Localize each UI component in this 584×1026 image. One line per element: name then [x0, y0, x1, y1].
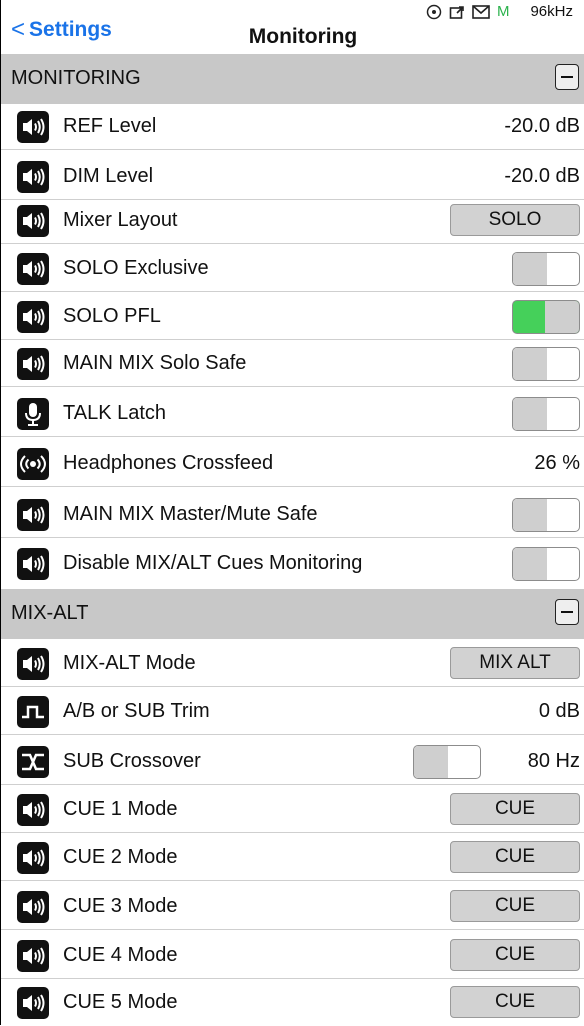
row-headphones-crossfeed[interactable]: Headphones Crossfeed 26 % [1, 441, 584, 487]
row-talk-latch: TALK Latch [1, 391, 584, 437]
speaker-icon [17, 499, 49, 531]
speaker-icon [17, 205, 49, 237]
speaker-icon [17, 111, 49, 143]
cue-4-mode-button[interactable]: CUE [450, 939, 580, 971]
cue-2-mode-button[interactable]: CUE [450, 841, 580, 873]
microphone-icon [17, 398, 49, 430]
row-label: SOLO PFL [63, 305, 161, 327]
section-monitoring: MONITORING [1, 54, 584, 104]
row-label: CUE 5 Mode [63, 991, 178, 1013]
speaker-icon [17, 301, 49, 333]
row-label: SOLO Exclusive [63, 257, 209, 279]
speaker-icon [17, 794, 49, 826]
row-label: REF Level [63, 115, 157, 137]
speaker-icon [17, 348, 49, 380]
row-value: 0 dB [538, 700, 580, 722]
row-main-mix-solo-safe: MAIN MIX Solo Safe [1, 341, 584, 387]
cue-1-mode-button[interactable]: CUE [450, 793, 580, 825]
collapse-button[interactable] [555, 599, 579, 625]
square-wave-icon [17, 696, 49, 728]
row-label: CUE 3 Mode [63, 895, 178, 917]
row-mixer-layout: Mixer Layout SOLO [1, 198, 584, 244]
row-ab-sub-trim[interactable]: A/B or SUB Trim 0 dB [1, 689, 584, 735]
row-sub-crossover[interactable]: SUB Crossover 80 Hz [1, 739, 584, 785]
page-title: Monitoring [248, 25, 358, 48]
speaker-icon [17, 253, 49, 285]
row-label: CUE 2 Mode [63, 846, 178, 868]
row-cue-4-mode: CUE 4 Mode CUE [1, 933, 584, 979]
row-label: Disable MIX/ALT Cues Monitoring [63, 552, 363, 574]
speaker-icon [17, 842, 49, 874]
row-label: TALK Latch [63, 402, 167, 424]
export-icon [449, 5, 464, 19]
headphones-broadcast-icon [17, 448, 49, 480]
row-value: -20.0 dB [504, 115, 580, 137]
disable-mix-alt-cues-toggle[interactable] [512, 547, 580, 581]
row-value: -20.0 dB [504, 165, 580, 187]
row-label: DIM Level [63, 165, 154, 187]
speaker-icon [17, 548, 49, 580]
row-label: SUB Crossover [63, 750, 201, 772]
speaker-icon [17, 161, 49, 193]
top-bar: < Settings Monitoring M 96kHz [1, 0, 584, 56]
row-cue-3-mode: CUE 3 Mode CUE [1, 884, 584, 930]
main-mix-solo-safe-toggle[interactable] [512, 347, 580, 381]
row-dim-level[interactable]: DIM Level -20.0 dB [1, 154, 584, 200]
row-label: MIX-ALT Mode [63, 652, 196, 674]
section-label: MONITORING [11, 67, 141, 89]
speaker-icon [17, 648, 49, 680]
row-solo-exclusive: SOLO Exclusive [1, 246, 584, 292]
mode-indicator: M [496, 3, 510, 20]
solo-pfl-toggle[interactable] [512, 300, 580, 334]
cue-5-mode-button[interactable]: CUE [450, 986, 580, 1018]
row-cue-5-mode: CUE 5 Mode CUE [1, 980, 584, 1026]
row-mix-alt-mode: MIX-ALT Mode MIX ALT [1, 641, 584, 687]
row-cue-1-mode: CUE 1 Mode CUE [1, 787, 584, 833]
crossover-icon [17, 746, 49, 778]
row-label: Mixer Layout [63, 209, 178, 231]
row-ref-level[interactable]: REF Level -20.0 dB [1, 104, 584, 150]
knob-icon [426, 4, 442, 19]
mail-icon [472, 4, 490, 19]
status-bar: M 96kHz [426, 3, 573, 20]
row-label: MAIN MIX Solo Safe [63, 352, 247, 374]
row-label: CUE 4 Mode [63, 944, 178, 966]
cue-3-mode-button[interactable]: CUE [450, 890, 580, 922]
row-value: 80 Hz [527, 750, 580, 772]
row-disable-mix-alt-cues: Disable MIX/ALT Cues Monitoring [1, 541, 584, 587]
talk-latch-toggle[interactable] [512, 397, 580, 431]
speaker-icon [17, 891, 49, 923]
row-label: CUE 1 Mode [63, 798, 178, 820]
row-solo-pfl: SOLO PFL [1, 294, 584, 340]
row-label: A/B or SUB Trim [63, 700, 210, 722]
row-main-mix-master-mute-safe: MAIN MIX Master/Mute Safe [1, 492, 584, 538]
mix-alt-mode-button[interactable]: MIX ALT [450, 647, 580, 679]
section-label: MIX-ALT [11, 602, 89, 624]
row-value: 26 % [534, 452, 580, 474]
speaker-icon [17, 987, 49, 1019]
section-mix-alt: MIX-ALT [1, 589, 584, 639]
row-label: MAIN MIX Master/Mute Safe [63, 503, 318, 525]
sub-crossover-toggle[interactable] [413, 745, 481, 779]
row-cue-2-mode: CUE 2 Mode CUE [1, 835, 584, 881]
collapse-button[interactable] [555, 64, 579, 90]
row-label: Headphones Crossfeed [63, 452, 274, 474]
main-mix-master-mute-safe-toggle[interactable] [512, 498, 580, 532]
solo-exclusive-toggle[interactable] [512, 252, 580, 286]
speaker-icon [17, 940, 49, 972]
sample-rate: 96kHz [530, 3, 573, 20]
mixer-layout-button[interactable]: SOLO [450, 204, 580, 236]
